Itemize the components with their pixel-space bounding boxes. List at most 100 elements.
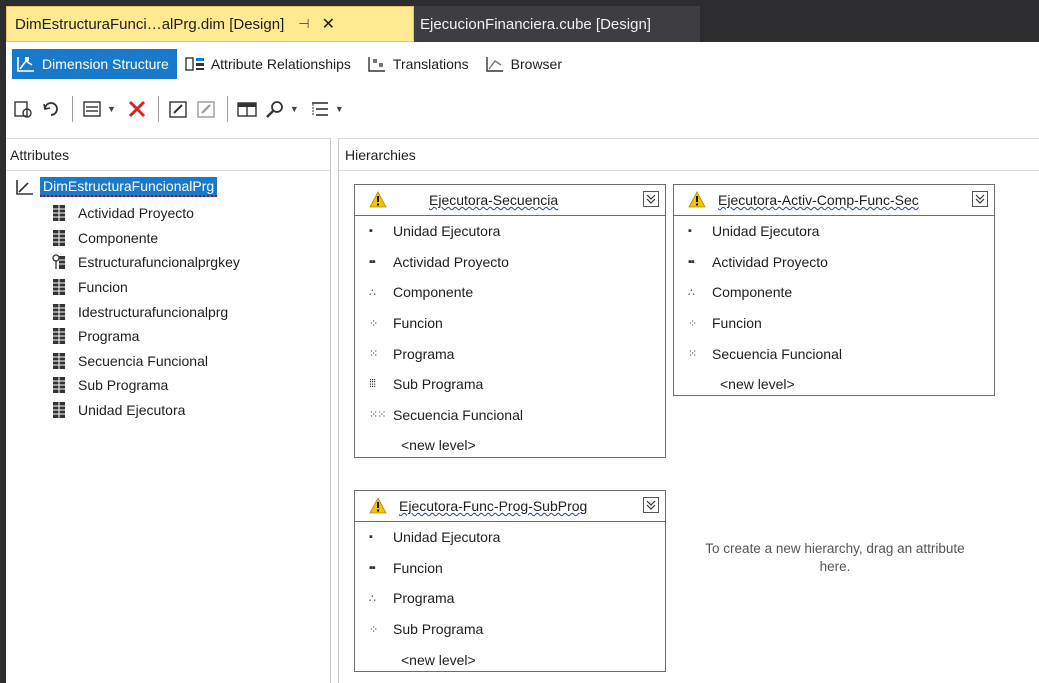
hierarchy-level[interactable]: ▪ Unidad Ejecutora: [355, 522, 665, 553]
layout-icon[interactable]: [309, 98, 331, 120]
dimension-icon: [16, 180, 33, 195]
level-label: Programa: [393, 590, 455, 607]
tab-attribute-relationships[interactable]: Attribute Relationships: [181, 49, 359, 79]
chevron-down-icon[interactable]: ▼: [290, 104, 299, 114]
toolbar-separator: [72, 96, 73, 122]
attribute-label: Unidad Ejecutora: [78, 402, 186, 419]
attribute-item[interactable]: Unidad Ejecutora: [52, 398, 240, 423]
level-3-icon: ∴: [369, 592, 376, 605]
document-tab-strip: DimEstructuraFunci…alPrg.dim [Design] ⊣ …: [6, 6, 1039, 42]
level-label: Funcion: [393, 315, 443, 332]
tab-cube-design[interactable]: EjecucionFinanciera.cube [Design]: [414, 6, 700, 42]
level-label: Funcion: [712, 315, 762, 332]
show-attribute-icon[interactable]: [81, 98, 103, 120]
hierarchy-name: Ejecutora-Func-Prog-SubProg: [399, 498, 588, 514]
new-level[interactable]: <new level>: [674, 369, 994, 400]
table-icon[interactable]: [236, 98, 258, 120]
hierarchy-level[interactable]: ▪ Unidad Ejecutora: [674, 216, 994, 247]
designer-toolbar: ▼ ▼ ▼: [6, 86, 1039, 132]
hierarchy-level[interactable]: ∴ Componente: [355, 277, 665, 308]
tab-dim-design[interactable]: DimEstructuraFunci…alPrg.dim [Design] ⊣ …: [6, 6, 414, 42]
hierarchy-level[interactable]: ▪ Unidad Ejecutora: [355, 216, 665, 247]
chevron-down-icon[interactable]: ▼: [335, 104, 344, 114]
hierarchy-box[interactable]: Ejecutora-Secuencia ▪ Unidad Ejecutora ▪▪…: [354, 184, 666, 458]
level-4-icon: ⁘: [369, 317, 378, 330]
attribute-relationships-icon: [185, 57, 204, 71]
attribute-item[interactable]: Secuencia Funcional: [52, 349, 240, 374]
tab-browser[interactable]: Browser: [481, 49, 570, 79]
level-1-icon: ▪: [369, 531, 373, 544]
designer-tab-bar: Dimension Structure Attribute Relationsh…: [6, 42, 1039, 86]
level-6-icon: ⁞⁞⁞: [369, 378, 376, 391]
edit-disabled-icon[interactable]: [195, 98, 217, 120]
attribute-item[interactable]: Idestructurafuncionalprg: [52, 299, 240, 324]
dimension-root[interactable]: DimEstructuraFuncionalPrg: [16, 177, 218, 197]
tab-translations[interactable]: Translations: [363, 49, 477, 79]
hierarchy-level[interactable]: ⁘ Funcion: [674, 308, 994, 339]
hierarchy-level[interactable]: ∴ Componente: [674, 277, 994, 308]
attribute-item[interactable]: Programa: [52, 324, 240, 349]
level-label: Programa: [393, 345, 455, 362]
attributes-header: Attributes: [6, 139, 330, 171]
hierarchy-box[interactable]: Ejecutora-Activ-Comp-Func-Sec ▪ Unidad Ej…: [673, 184, 995, 396]
level-label: Secuencia Funcional: [393, 406, 523, 423]
hierarchy-title[interactable]: Ejecutora-Secuencia: [355, 185, 665, 216]
attribute-icon: [53, 205, 65, 222]
dimension-structure-icon: [17, 57, 34, 72]
level-label: Sub Programa: [393, 376, 484, 393]
pin-icon[interactable]: ⊣: [298, 16, 309, 32]
level-label: Componente: [712, 284, 793, 301]
delete-icon[interactable]: [126, 98, 148, 120]
tab-dimension-structure[interactable]: Dimension Structure: [12, 49, 177, 79]
new-level-label: <new level>: [401, 651, 476, 668]
hierarchy-name: Ejecutora-Secuencia: [429, 192, 559, 208]
level-5-icon: ⁙: [369, 348, 378, 361]
level-4-icon: ⁘: [369, 623, 378, 636]
chevron-down-icon[interactable]: [643, 497, 659, 513]
refresh-icon[interactable]: [40, 98, 62, 120]
hierarchy-level[interactable]: ⁙ Programa: [355, 338, 665, 369]
edit-icon[interactable]: [167, 98, 189, 120]
new-hierarchy-drop-hint[interactable]: To create a new hierarchy, drag an attri…: [690, 540, 980, 576]
hierarchy-level[interactable]: ⁘ Sub Programa: [355, 614, 665, 645]
zoom-icon[interactable]: [264, 98, 286, 120]
close-icon[interactable]: ✕: [322, 14, 335, 34]
attribute-label: Secuencia Funcional: [78, 352, 208, 369]
chevron-down-icon[interactable]: [972, 191, 988, 207]
hierarchy-level[interactable]: ⁘ Funcion: [355, 308, 665, 339]
hierarchy-box[interactable]: Ejecutora-Func-Prog-SubProg ▪ Unidad Ejec…: [354, 490, 666, 672]
process-icon[interactable]: [12, 98, 34, 120]
attributes-pane: Attributes DimEstructuraFuncionalPrg Act…: [6, 138, 331, 683]
tab-cube-design-label: EjecucionFinanciera.cube [Design]: [420, 15, 651, 33]
hierarchy-title[interactable]: Ejecutora-Activ-Comp-Func-Sec: [674, 185, 994, 216]
new-level[interactable]: <new level>: [355, 430, 665, 461]
tab-browser-label: Browser: [510, 56, 563, 72]
attribute-item[interactable]: Componente: [52, 226, 240, 251]
attribute-label: Actividad Proyecto: [78, 205, 194, 222]
hierarchy-level[interactable]: ▪▪ Funcion: [355, 553, 665, 584]
level-4-icon: ⁘: [688, 317, 697, 330]
hierarchies-header: Hierarchies: [339, 139, 1039, 171]
attribute-item[interactable]: Sub Programa: [52, 373, 240, 398]
hierarchy-name: Ejecutora-Activ-Comp-Func-Sec: [718, 192, 919, 208]
hierarchy-level[interactable]: ⁙ Secuencia Funcional: [674, 338, 994, 369]
attribute-item[interactable]: Estructurafuncionalprgkey: [52, 250, 240, 275]
hierarchy-level[interactable]: ⁞⁞⁞ Sub Programa: [355, 369, 665, 400]
tab-translations-label: Translations: [392, 56, 469, 72]
hierarchy-level[interactable]: ▪▪ Actividad Proyecto: [355, 247, 665, 278]
new-level[interactable]: <new level>: [355, 644, 665, 675]
attribute-icon: [53, 377, 65, 394]
level-label: Componente: [393, 284, 474, 301]
attribute-icon: [53, 229, 65, 246]
level-label: Unidad Ejecutora: [393, 223, 501, 240]
hierarchy-level[interactable]: ⁙⁙ Secuencia Funcional: [355, 400, 665, 431]
attribute-label: Funcion: [78, 279, 128, 296]
hierarchy-level[interactable]: ▪▪ Actividad Proyecto: [674, 247, 994, 278]
hierarchy-title[interactable]: Ejecutora-Func-Prog-SubProg: [355, 491, 665, 522]
tab-attribute-relationships-label: Attribute Relationships: [210, 56, 351, 72]
attribute-item[interactable]: Funcion: [52, 275, 240, 300]
hierarchy-level[interactable]: ∴ Programa: [355, 583, 665, 614]
chevron-down-icon[interactable]: [643, 191, 659, 207]
attribute-item[interactable]: Actividad Proyecto: [52, 201, 240, 226]
chevron-down-icon[interactable]: ▼: [107, 104, 116, 114]
